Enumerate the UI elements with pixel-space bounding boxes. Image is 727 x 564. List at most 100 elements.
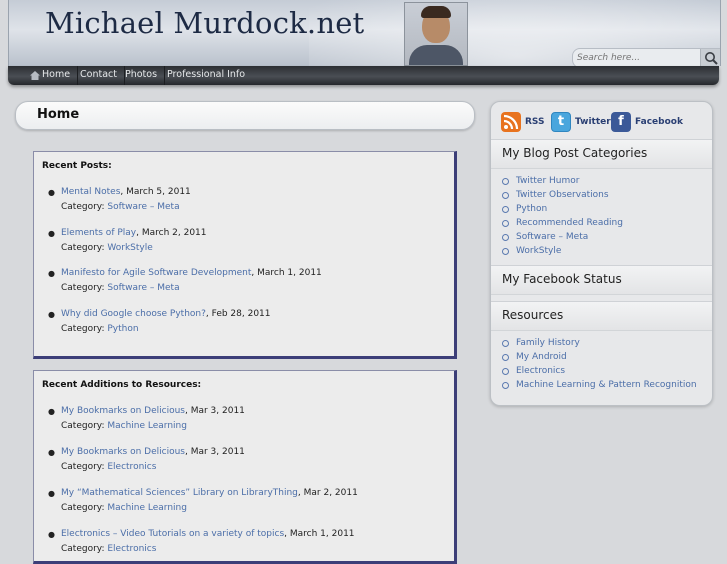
category-link[interactable]: WorkStyle xyxy=(516,244,561,258)
category-label: Category: xyxy=(61,544,108,554)
circle-bullet-icon xyxy=(502,382,509,389)
bullet-icon: ● xyxy=(48,269,55,278)
resource-link[interactable]: Family History xyxy=(516,336,580,350)
category-label: Category: xyxy=(61,421,108,431)
list-item: ● My Bookmarks on Delicious, Mar 3, 2011… xyxy=(48,445,245,475)
circle-bullet-icon xyxy=(502,220,509,227)
recent-resources-heading: Recent Additions to Resources: xyxy=(42,380,202,390)
resource-link[interactable]: Electronics – Video Tutorials on a varie… xyxy=(61,529,284,539)
facebook-icon: f xyxy=(611,112,631,132)
site-header: Michael Murdock.net xyxy=(8,0,721,66)
circle-bullet-icon xyxy=(502,192,509,199)
recent-posts-box: Recent Posts: ● Mental Notes, March 5, 2… xyxy=(33,151,457,359)
category-link[interactable]: Electronics xyxy=(107,462,156,472)
page-heading-bar: Home xyxy=(15,101,475,130)
nav-home-label: Home xyxy=(42,69,71,80)
category-label: Category: xyxy=(61,283,108,293)
search-box xyxy=(572,48,720,66)
categories-header: My Blog Post Categories xyxy=(491,139,712,169)
category-label: Category: xyxy=(61,503,108,513)
facebook-link[interactable]: f Facebook xyxy=(611,112,683,133)
facebook-label: Facebook xyxy=(635,117,683,127)
category-link[interactable]: Twitter Humor xyxy=(516,174,579,188)
list-item: ● Electronics – Video Tutorials on a var… xyxy=(48,527,355,557)
category-link[interactable]: Python xyxy=(516,202,547,216)
photo-hair xyxy=(421,6,451,18)
search-button[interactable] xyxy=(700,49,720,66)
post-link[interactable]: Manifesto for Agile Software Development xyxy=(61,268,251,278)
circle-bullet-icon xyxy=(502,354,509,361)
resource-link[interactable]: Electronics xyxy=(516,364,565,378)
category-link[interactable]: Electronics xyxy=(107,544,156,554)
facebook-status-heading: My Facebook Status xyxy=(502,272,622,286)
bullet-icon: ● xyxy=(48,448,55,457)
photo-shirt xyxy=(409,45,463,65)
nav-photos[interactable]: Photos xyxy=(118,66,166,85)
twitter-icon: t xyxy=(551,112,571,132)
resource-link[interactable]: My Android xyxy=(516,350,567,364)
page-title: Home xyxy=(37,107,80,122)
category-label: Category: xyxy=(61,243,108,253)
list-item: ● Manifesto for Agile Software Developme… xyxy=(48,266,322,296)
post-link[interactable]: Why did Google choose Python? xyxy=(61,309,206,319)
circle-bullet-icon xyxy=(502,340,509,347)
circle-bullet-icon xyxy=(502,234,509,241)
sidebar: RSS t Twitter f Facebook My Blog Post Ca… xyxy=(490,101,713,406)
nav-home[interactable]: Home xyxy=(22,66,79,85)
category-link[interactable]: Recommended Reading xyxy=(516,216,623,230)
recent-resources-box: Recent Additions to Resources: ● My Book… xyxy=(33,370,457,564)
category-link[interactable]: Machine Learning xyxy=(107,503,187,513)
twitter-label: Twitter xyxy=(575,117,611,127)
search-input[interactable] xyxy=(577,50,695,65)
circle-bullet-icon xyxy=(502,206,509,213)
list-item: ● My “Mathematical Sciences” Library on … xyxy=(48,486,358,516)
search-icon xyxy=(705,52,718,65)
rss-link[interactable]: RSS xyxy=(501,112,547,133)
post-date: , March 1, 2011 xyxy=(251,268,322,278)
bullet-icon: ● xyxy=(48,530,55,539)
category-link[interactable]: Machine Learning xyxy=(107,421,187,431)
bullet-icon: ● xyxy=(48,188,55,197)
category-link[interactable]: Software – Meta xyxy=(516,230,588,244)
list-item: ● Mental Notes, March 5, 2011 Category: … xyxy=(48,185,191,215)
post-date: , Feb 28, 2011 xyxy=(205,309,271,319)
author-photo xyxy=(404,2,468,66)
post-date: , March 5, 2011 xyxy=(120,187,191,197)
list-item: ● Elements of Play, March 2, 2011 Catego… xyxy=(48,226,207,256)
categories-heading: My Blog Post Categories xyxy=(502,146,648,160)
category-link[interactable]: Twitter Observations xyxy=(516,188,609,202)
list-item: ● My Bookmarks on Delicious, Mar 3, 2011… xyxy=(48,404,245,434)
resources-heading: Resources xyxy=(502,308,564,322)
resource-date: , Mar 3, 2011 xyxy=(184,406,245,416)
category-link[interactable]: Software – Meta xyxy=(107,202,179,212)
resources-header: Resources xyxy=(491,301,712,331)
category-link[interactable]: Python xyxy=(107,324,138,334)
bullet-icon: ● xyxy=(48,229,55,238)
category-label: Category: xyxy=(61,324,108,334)
resource-link[interactable]: My Bookmarks on Delicious xyxy=(61,406,185,416)
facebook-status-header: My Facebook Status xyxy=(491,265,712,295)
resource-date: , March 1, 2011 xyxy=(284,529,355,539)
nav-professional-info[interactable]: Professional Info xyxy=(160,66,252,85)
list-item: ● Why did Google choose Python?, Feb 28,… xyxy=(48,307,271,337)
circle-bullet-icon xyxy=(502,178,509,185)
site-title[interactable]: Michael Murdock.net xyxy=(45,6,364,40)
bullet-icon: ● xyxy=(48,489,55,498)
circle-bullet-icon xyxy=(502,248,509,255)
rss-label: RSS xyxy=(525,117,545,127)
resource-link[interactable]: My Bookmarks on Delicious xyxy=(61,447,185,457)
resource-link[interactable]: Machine Learning & Pattern Recognition xyxy=(516,378,697,392)
post-link[interactable]: Elements of Play xyxy=(61,228,136,238)
category-link[interactable]: Software – Meta xyxy=(107,283,179,293)
recent-posts-heading: Recent Posts: xyxy=(42,161,112,171)
category-label: Category: xyxy=(61,202,108,212)
resource-date: , Mar 3, 2011 xyxy=(184,447,245,457)
rss-icon xyxy=(501,112,521,132)
resource-link[interactable]: My “Mathematical Sciences” Library on Li… xyxy=(61,488,298,498)
category-label: Category: xyxy=(61,462,108,472)
post-link[interactable]: Mental Notes xyxy=(61,187,120,197)
circle-bullet-icon xyxy=(502,368,509,375)
category-link[interactable]: WorkStyle xyxy=(107,243,152,253)
twitter-link[interactable]: t Twitter xyxy=(551,112,611,133)
bullet-icon: ● xyxy=(48,407,55,416)
